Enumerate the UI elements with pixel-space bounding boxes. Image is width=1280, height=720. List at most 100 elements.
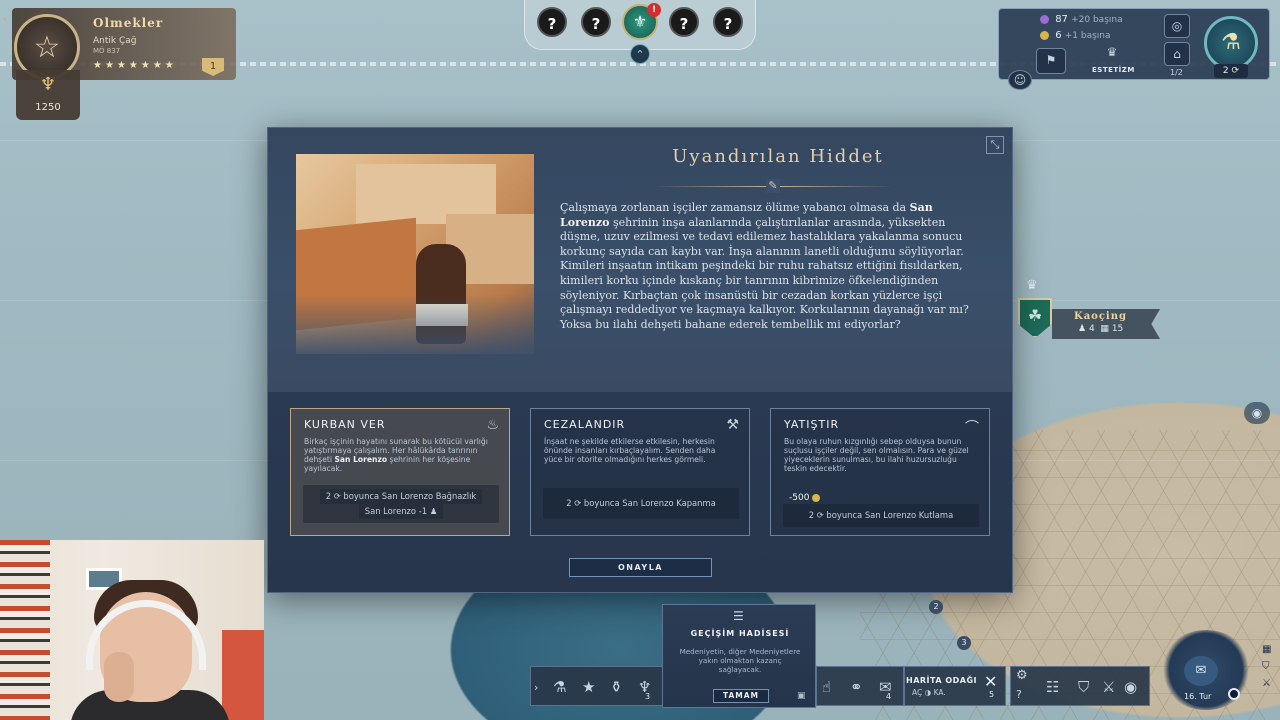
effect-lockdown: 2 ⟳ boyunca San Lorenzo Kapanma bbox=[566, 498, 716, 508]
turn-indicator bbox=[1228, 688, 1240, 700]
culture-flag-icon[interactable]: ⚑ bbox=[1036, 48, 1066, 74]
effect-celebration: 2 ⟳ boyunca San Lorenzo Kutlama bbox=[808, 510, 954, 520]
sword-icon[interactable]: ⚔ bbox=[1102, 678, 1115, 696]
choice-sacrifice[interactable]: KURBAN VER ♨ Birkaç işçinin hayatını sun… bbox=[290, 408, 510, 536]
dismiss-icon[interactable]: ▣ bbox=[797, 691, 806, 701]
hud-left-count: 3 bbox=[645, 692, 651, 701]
choice-description: Bu olaya ruhun kızgınlığı sebep olduysa … bbox=[784, 437, 969, 473]
temple-icon: ⌒ bbox=[965, 420, 979, 436]
eye-icon[interactable]: ◉ bbox=[1244, 402, 1270, 424]
money-value: 6 bbox=[1055, 30, 1062, 41]
notification-unknown-4[interactable]: ? bbox=[713, 7, 743, 37]
hex-marker[interactable]: 2 bbox=[929, 600, 943, 614]
civ-name: Olmekler bbox=[93, 16, 164, 30]
capital-crown-icon: ♛ bbox=[1026, 278, 1038, 293]
resource-page: 1/2 bbox=[1170, 68, 1183, 77]
turn-counter: 16. Tur bbox=[1184, 692, 1212, 701]
hex-marker[interactable]: 3 bbox=[957, 636, 971, 650]
choice-title: CEZALANDIR bbox=[544, 418, 626, 431]
quill-icon: ✎ bbox=[766, 179, 780, 193]
migration-description: Medeniyetin, diğer Medeniyetlere yakın o… bbox=[679, 647, 801, 674]
effect-bigotry: 2 ⟳ boyunca San Lorenzo Bağnazlık bbox=[305, 489, 497, 504]
event-title: Uyandırılan Hiddet bbox=[672, 146, 884, 167]
coin-icon bbox=[812, 493, 821, 502]
notification-alert-badge: ! bbox=[647, 3, 661, 17]
influence-resource[interactable]: 87 +20 başına bbox=[1040, 14, 1123, 25]
map-focus-title: HARİTA ODAĞI bbox=[906, 676, 978, 685]
help-icon[interactable]: ? bbox=[1016, 688, 1022, 701]
flask-icon[interactable]: ⚗ bbox=[553, 678, 566, 696]
choice-description: İnşaat ne şekilde etkilerse etkilesin, h… bbox=[544, 437, 716, 464]
document-icon: ☰ bbox=[733, 609, 744, 623]
altar-icon: ♨ bbox=[486, 417, 499, 433]
hammer-icon: ⚒ bbox=[726, 417, 739, 433]
research-turns: 2 ⟳ bbox=[1214, 64, 1248, 78]
confirm-button[interactable]: ONAYLA bbox=[569, 558, 712, 577]
choice-title: KURBAN VER bbox=[304, 418, 386, 431]
chevron-up-icon[interactable]: ⌃ bbox=[630, 44, 650, 64]
event-illustration bbox=[296, 154, 534, 354]
flask-icon[interactable]: ⚗ bbox=[1204, 16, 1258, 70]
fame-value: 1250 bbox=[35, 102, 61, 113]
hud-mid-count: 4 bbox=[886, 692, 892, 701]
city-population: 4 bbox=[1088, 324, 1095, 334]
city-buildings: 15 bbox=[1111, 324, 1124, 334]
happiness-icon[interactable]: ☺ bbox=[1008, 70, 1032, 90]
shield-icon[interactable]: ⛉ bbox=[1262, 661, 1278, 672]
ok-button[interactable]: TAMAM bbox=[713, 689, 769, 703]
building-icon[interactable]: ⌂ bbox=[1164, 42, 1190, 66]
choice-punish[interactable]: CEZALANDIR ⚒ İnşaat ne şekilde etkilerse… bbox=[530, 408, 750, 536]
notification-unknown-2[interactable]: ? bbox=[581, 7, 611, 37]
shield-icon[interactable]: ⛉ bbox=[1078, 678, 1089, 696]
crown-icon: ♛ bbox=[1106, 45, 1118, 59]
streamer-webcam bbox=[0, 540, 264, 720]
settings-icon[interactable]: ⚙ bbox=[1016, 668, 1028, 683]
migration-popup: ☰ GEÇİŞİM HADİSESİ Medeniyetin, diğer Me… bbox=[662, 604, 816, 708]
choice-effects: 2 ⟳ boyunca San Lorenzo Kapanma bbox=[543, 488, 739, 519]
money-resource[interactable]: 6 +1 başına bbox=[1040, 30, 1111, 41]
money-gain: +1 başına bbox=[1064, 31, 1111, 41]
minimize-icon[interactable]: ⤡ bbox=[986, 136, 1004, 154]
fame-panel[interactable]: ♆ 1250 bbox=[16, 70, 80, 120]
choice-effects: 2 ⟳ boyunca San Lorenzo Kutlama bbox=[783, 504, 979, 527]
handshake-icon[interactable]: ⚭ bbox=[850, 678, 863, 696]
eye-icon[interactable]: ◉ bbox=[1124, 678, 1137, 696]
potion-icon[interactable]: ⚱ bbox=[610, 678, 623, 696]
influence-icon bbox=[1040, 14, 1049, 24]
chevron-right-icon[interactable]: › bbox=[534, 681, 538, 694]
star-icon[interactable]: ★ bbox=[582, 678, 595, 696]
notification-unknown-1[interactable]: ? bbox=[537, 7, 567, 37]
notification-unknown-3[interactable]: ? bbox=[669, 7, 699, 37]
resource-panel-collapse[interactable]: ‹ bbox=[3, 14, 7, 25]
era-stars: ★★★★★★★ bbox=[93, 60, 177, 71]
civ-era: Antik Çağ bbox=[93, 36, 137, 46]
hand-icon[interactable]: ☝ bbox=[822, 678, 831, 696]
city-stats: ♟ 4 ▦ 15 bbox=[1078, 324, 1123, 334]
side-buttons: ▦ ⛉ ⚔ bbox=[1262, 644, 1278, 704]
chat-bubbles-icon[interactable]: ☷ bbox=[1046, 678, 1059, 696]
choice-appease[interactable]: YATIŞTIR ⌒ Bu olaya ruhun kızgınlığı seb… bbox=[770, 408, 990, 536]
city-name: Kaoçing bbox=[1074, 311, 1127, 322]
choice-effects: 2 ⟳ boyunca San Lorenzo Bağnazlık San Lo… bbox=[303, 485, 499, 523]
influence-gain: +20 başına bbox=[1071, 15, 1123, 25]
migration-title: GEÇİŞİM HADİSESİ bbox=[690, 629, 790, 638]
event-modal: ⤡ Uyandırılan Hiddet ✎ Çalışmaya zorlana… bbox=[267, 127, 1013, 593]
civ-year: MÖ 837 bbox=[93, 47, 121, 55]
culture-label: ESTETİZM bbox=[1092, 66, 1135, 74]
coin-icon bbox=[1040, 30, 1049, 40]
choice-cost: -500 bbox=[789, 493, 821, 503]
effect-population: San Lorenzo -1 ♟ bbox=[305, 504, 497, 519]
map-focus-toggle[interactable]: AÇ ◑ KA. bbox=[912, 688, 946, 697]
close-icon[interactable]: ✕ bbox=[984, 672, 997, 691]
grid-icon[interactable]: ▦ bbox=[1262, 644, 1278, 655]
sword-icon[interactable]: ⚔ bbox=[1262, 678, 1278, 689]
choice-description: Birkaç işçinin hayatını sunarak bu kötüc… bbox=[304, 437, 488, 473]
end-turn-icon[interactable]: ✉ bbox=[1184, 656, 1218, 686]
tech-icon[interactable]: ◎ bbox=[1164, 14, 1190, 38]
map-focus-count: 5 bbox=[989, 690, 995, 699]
event-description: Çalışmaya zorlanan işçiler zamansız ölüm… bbox=[560, 201, 969, 331]
laurel-icon: ♆ bbox=[39, 74, 57, 95]
influence-value: 87 bbox=[1055, 14, 1068, 25]
population-icon: ♟ bbox=[1078, 324, 1087, 334]
choice-title: YATIŞTIR bbox=[784, 418, 840, 431]
